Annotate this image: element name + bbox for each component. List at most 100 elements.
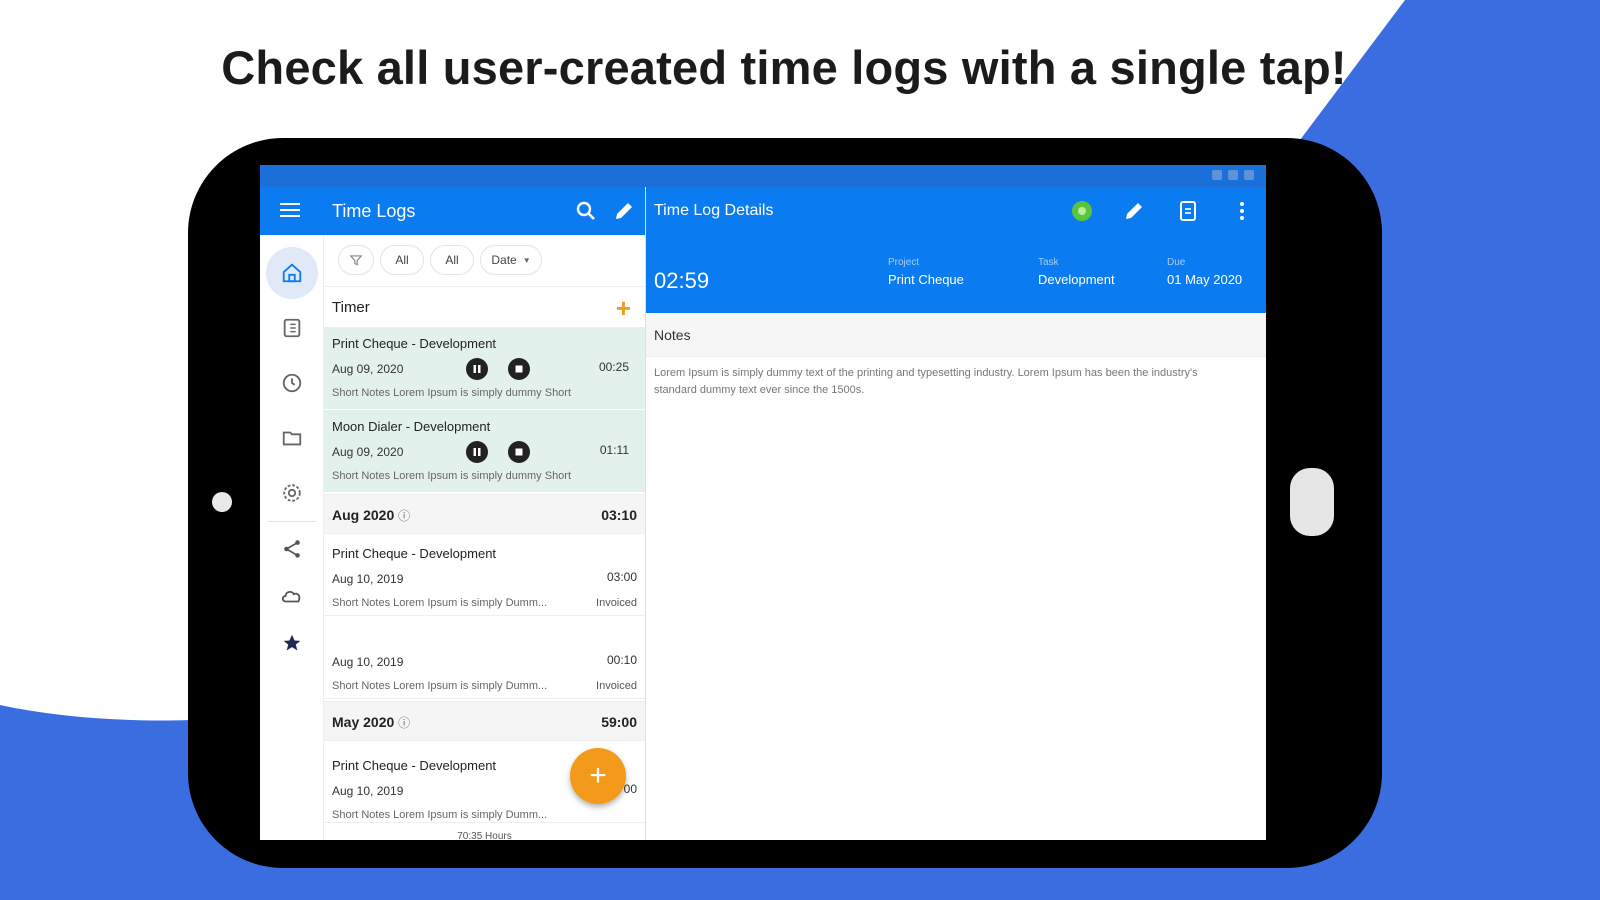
- notes-section-header: Notes: [646, 313, 1266, 357]
- row-title: Print Cheque - Development: [332, 336, 497, 351]
- clock-icon: [282, 373, 302, 393]
- share-icon: [284, 540, 300, 558]
- row-title: Print Cheque - Development: [332, 758, 497, 773]
- row-time: 03:00: [606, 570, 637, 584]
- project-filter-chip[interactable]: All: [380, 245, 424, 275]
- stop-button[interactable]: [508, 358, 530, 380]
- row-date: Aug 09, 2020: [332, 445, 404, 459]
- list-footer-total: 70:35 Hours: [457, 831, 512, 840]
- sort-chip[interactable]: Date ▼: [480, 245, 542, 275]
- status-dot-icon[interactable]: [1070, 199, 1094, 223]
- filter-bar: All All Date ▼: [324, 235, 645, 287]
- row-notes: Short Notes Lorem Ipsum is simply Dumm..…: [332, 809, 548, 821]
- menu-icon[interactable]: [280, 203, 300, 219]
- headline: Check all user-created time logs with a …: [221, 41, 1347, 94]
- task-value: Development: [1038, 272, 1115, 287]
- app-screen: Time Logs Time Log Details All All Date …: [260, 165, 1266, 840]
- folder-icon: [282, 431, 302, 446]
- tablet-home-button[interactable]: [1290, 468, 1334, 536]
- row-notes: Short Notes Lorem Ipsum is simply Dumm..…: [332, 597, 548, 609]
- pencil-icon[interactable]: [1122, 199, 1146, 223]
- sort-label: Date: [491, 253, 517, 267]
- project-label: Project: [888, 257, 920, 268]
- notes-label: Notes: [654, 327, 691, 343]
- running-timer-row[interactable]: Moon Dialer - Development Aug 09, 2020 0…: [324, 410, 645, 492]
- camera-dot: [212, 492, 232, 512]
- wifi-icon: [1228, 170, 1238, 180]
- info-icon: ⓘ: [398, 716, 411, 730]
- group-title: Aug 2020 ⓘ: [332, 507, 411, 523]
- filter-chip[interactable]: [338, 245, 374, 275]
- chevron-down-icon: ▼: [522, 255, 531, 265]
- row-title: Moon Dialer - Development: [332, 419, 491, 434]
- detail-appbar: Time Log Details: [646, 187, 1266, 235]
- detail-header: 02:59 Project Print Cheque Task Developm…: [646, 235, 1266, 313]
- rail-reports[interactable]: [266, 302, 318, 354]
- row-time: 00:10: [606, 653, 637, 667]
- status-bar: [260, 165, 1266, 187]
- project-value: Print Cheque: [888, 272, 964, 287]
- row-date: Aug 10, 2019: [332, 784, 404, 798]
- pause-icon: [473, 448, 481, 456]
- group-title: May 2020 ⓘ: [332, 714, 411, 730]
- row-time: 00: [623, 782, 637, 796]
- row-notes: Short Notes Lorem Ipsum is simply dummy …: [332, 387, 572, 399]
- pencil-icon[interactable]: [612, 199, 636, 223]
- info-icon: ⓘ: [398, 509, 411, 523]
- filter-icon: [349, 255, 363, 266]
- row-date: Aug 10, 2019: [332, 572, 404, 586]
- add-timer-button[interactable]: +: [616, 293, 631, 324]
- rail-divider: [268, 521, 316, 522]
- more-vert-icon[interactable]: [1230, 199, 1254, 223]
- group-total: 03:10: [601, 507, 637, 523]
- pause-icon: [473, 365, 481, 373]
- row-time: 00:25: [598, 360, 629, 374]
- time-log-row[interactable]: Print Cheque - Development Aug 10, 2019 …: [324, 534, 645, 616]
- document-icon[interactable]: [1176, 199, 1200, 223]
- task-label: Task: [1038, 257, 1059, 268]
- add-time-log-button[interactable]: +: [570, 748, 626, 804]
- rail-rate[interactable]: [266, 617, 318, 669]
- pause-button[interactable]: [466, 441, 488, 463]
- home-icon: [282, 263, 302, 283]
- star-icon: [283, 634, 301, 651]
- rail-backup[interactable]: [266, 570, 318, 622]
- stop-icon: [515, 365, 523, 373]
- rail-share[interactable]: [266, 523, 318, 575]
- battery-icon: [1244, 170, 1254, 180]
- status-badge: Invoiced: [596, 597, 637, 609]
- nav-rail: [260, 235, 324, 840]
- row-notes: Short Notes Lorem Ipsum is simply dummy …: [332, 470, 572, 482]
- row-date: Aug 09, 2020: [332, 362, 404, 376]
- list-title: Time Logs: [332, 201, 416, 221]
- row-time: 01:11: [599, 443, 629, 457]
- running-timer-row[interactable]: Print Cheque - Development Aug 09, 2020 …: [324, 327, 645, 409]
- stop-button[interactable]: [508, 441, 530, 463]
- month-group-header[interactable]: Aug 2020 ⓘ 03:10: [324, 494, 645, 534]
- reports-icon: [283, 318, 301, 338]
- status-badge: Invoiced: [596, 680, 637, 692]
- cloud-icon: [281, 591, 301, 603]
- timer-label: Timer: [332, 299, 370, 316]
- notes-text: Lorem Ipsum is simply dummy text of the …: [654, 367, 1198, 396]
- rail-settings[interactable]: [266, 467, 318, 519]
- settings-icon: [283, 484, 301, 502]
- detail-title: Time Log Details: [654, 202, 774, 219]
- due-value: 01 May 2020: [1167, 272, 1243, 287]
- task-filter-chip[interactable]: All: [430, 245, 474, 275]
- stop-icon: [515, 448, 523, 456]
- due-label: Due: [1167, 257, 1186, 268]
- timer-section-header: Timer +: [324, 287, 645, 327]
- pause-button[interactable]: [466, 358, 488, 380]
- rail-timer[interactable]: [266, 357, 318, 409]
- row-notes: Short Notes Lorem Ipsum is simply Dumm..…: [332, 680, 548, 692]
- rail-projects[interactable]: [266, 412, 318, 464]
- signal-icon: [1212, 170, 1222, 180]
- group-total: 59:00: [601, 714, 637, 730]
- row-title: Print Cheque - Development: [332, 546, 497, 561]
- month-group-header[interactable]: May 2020 ⓘ 59:00: [324, 701, 645, 741]
- rail-home[interactable]: [266, 247, 318, 299]
- time-log-row[interactable]: Aug 10, 2019 00:10 Short Notes Lorem Ips…: [324, 617, 645, 699]
- list-appbar: Time Logs: [260, 187, 645, 235]
- search-icon[interactable]: [574, 199, 598, 223]
